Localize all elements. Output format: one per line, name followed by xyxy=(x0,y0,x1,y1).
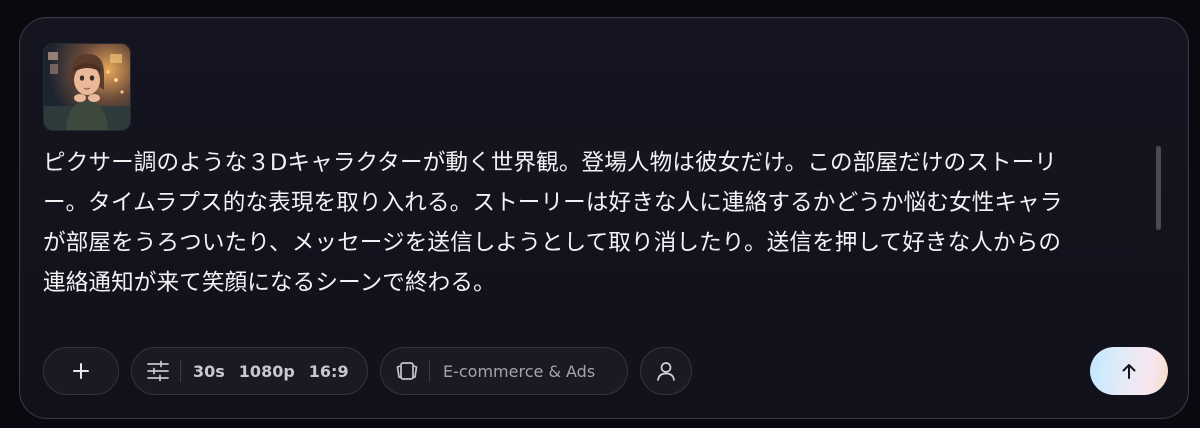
prompt-scrollbar[interactable] xyxy=(1156,146,1161,230)
character-button[interactable] xyxy=(640,347,692,395)
generation-settings-button[interactable]: 30s 1080p 16:9 xyxy=(131,347,368,395)
divider xyxy=(180,360,181,382)
add-attachment-button[interactable] xyxy=(43,347,119,395)
user-icon xyxy=(657,362,675,381)
category-label: E-commerce & Ads xyxy=(443,361,596,381)
sliders-icon xyxy=(147,360,169,382)
arrow-up-icon xyxy=(1122,364,1136,379)
attachment-thumbnail[interactable] xyxy=(43,43,131,131)
prompt-line: ー。タイムラプス的な表現を取り入れる。ストーリーは好きな人に連絡するかどうか悩む… xyxy=(43,190,1063,216)
prompt-line: ピクサー調のような３Dキャラクターが動く世界観。登場人物は彼女だけ。この部屋だけ… xyxy=(43,150,1057,176)
prompt-line: が部屋をうろついたり、メッセージを送信しようとして取り消したり。送信を押して好き… xyxy=(43,230,1062,256)
duration-value: 30s xyxy=(193,361,225,381)
prompt-text[interactable]: ピクサー調のような３Dキャラクターが動く世界観。登場人物は彼女だけ。この部屋だけ… xyxy=(43,143,1133,303)
send-button[interactable] xyxy=(1090,347,1168,395)
aspect-ratio-value: 16:9 xyxy=(308,361,349,381)
resolution-value: 1080p xyxy=(238,361,295,381)
cards-icon xyxy=(396,362,418,380)
plus-icon xyxy=(73,363,89,379)
divider xyxy=(429,360,430,382)
prompt-line: 連絡通知が来て笑顔になるシーンで終わる。 xyxy=(43,270,496,296)
category-selector[interactable]: E-commerce & Ads xyxy=(380,347,628,395)
character-image-thumbnail-icon xyxy=(44,44,130,130)
